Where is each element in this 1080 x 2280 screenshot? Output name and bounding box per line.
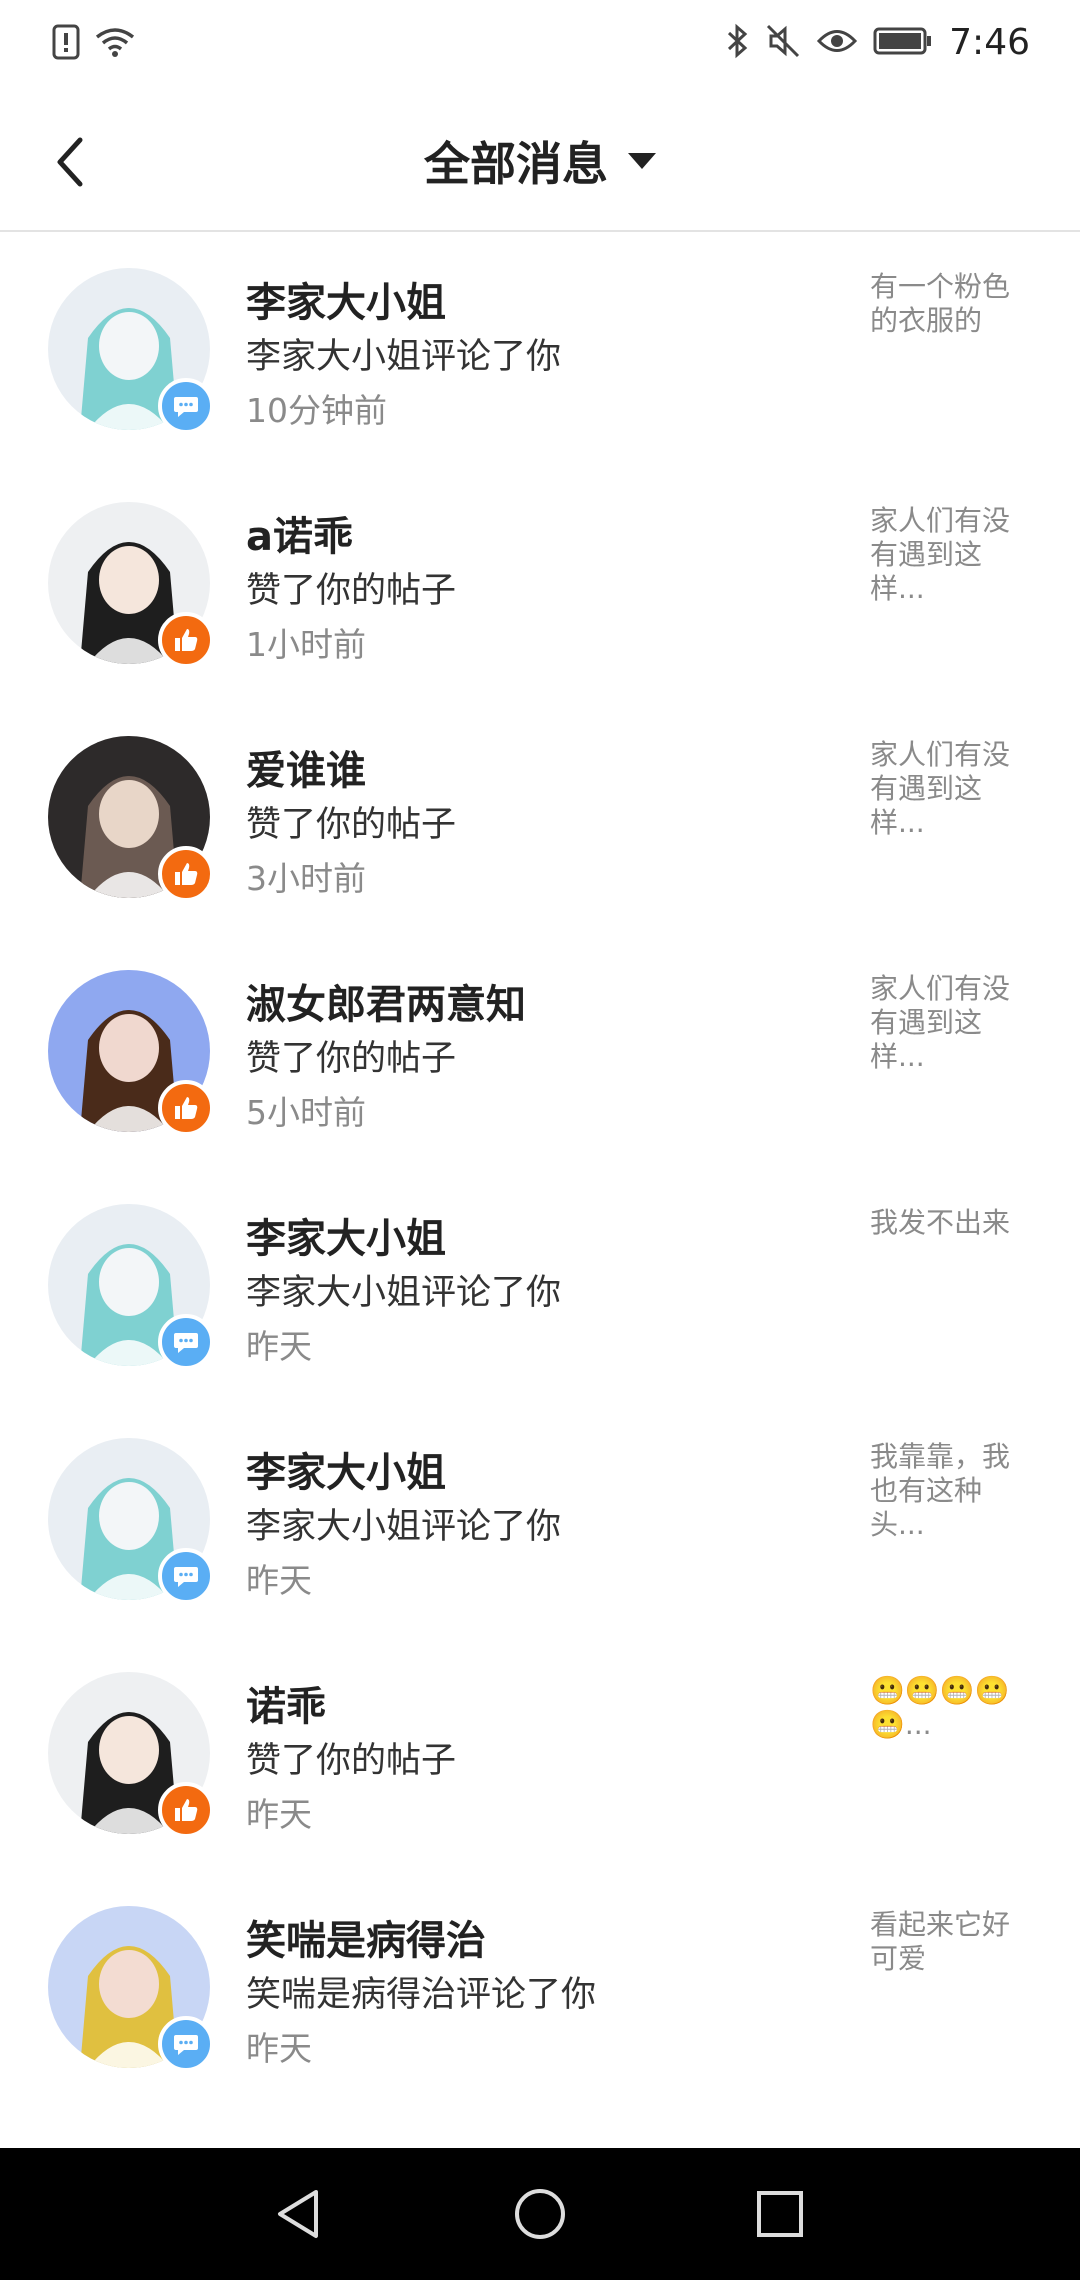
message-time: 昨天	[246, 2029, 312, 2068]
message-action: 赞了你的帖子	[246, 1741, 457, 1781]
message-action: 赞了你的帖子	[246, 805, 457, 845]
message-action: 赞了你的帖子	[246, 571, 457, 611]
like-badge	[158, 1080, 214, 1136]
post-preview[interactable]: 有一个粉色的衣服的	[870, 270, 1030, 338]
status-time: 7:46	[949, 22, 1030, 63]
sim-alert-icon	[52, 24, 80, 64]
message-time: 昨天	[246, 1327, 312, 1366]
thumbs-up-icon	[172, 1094, 200, 1122]
chat-bubble-icon	[172, 1562, 200, 1590]
sender-name[interactable]: 李家大小姐	[246, 270, 446, 328]
message-action: 李家大小姐评论了你	[246, 1507, 562, 1547]
message-action: 赞了你的帖子	[246, 1039, 457, 1079]
triangle-back-icon	[270, 2190, 330, 2248]
message-time: 昨天	[246, 1561, 312, 1600]
post-preview[interactable]: 家人们有没有遇到这样...	[870, 972, 1030, 1074]
message-time: 昨天	[246, 1795, 312, 1834]
nav-home-button[interactable]	[510, 2184, 570, 2244]
page-title: 全部消息	[424, 137, 608, 191]
message-time: 5小时前	[246, 1093, 366, 1132]
mute-icon	[765, 23, 801, 63]
chat-bubble-icon	[172, 2030, 200, 2058]
post-preview[interactable]: 我靠靠，我也有这种头...	[870, 1440, 1030, 1542]
sender-name[interactable]: 诺乖	[246, 1674, 326, 1732]
square-recents-icon	[750, 2191, 810, 2248]
message-item[interactable]: 诺乖赞了你的帖子 昨天 😬😬😬😬😬...	[0, 1636, 1080, 1870]
post-preview[interactable]: 看起来它好可爱	[870, 1908, 1030, 1976]
sender-name[interactable]: a诺乖	[246, 504, 353, 562]
eye-icon	[817, 26, 858, 60]
post-preview[interactable]: 家人们有没有遇到这样...	[870, 738, 1030, 840]
sender-name[interactable]: 笑喘是病得治	[246, 1908, 486, 1966]
thumbs-up-icon	[172, 1796, 200, 1824]
message-action: 笑喘是病得治评论了你	[246, 1975, 597, 2015]
chat-bubble-icon	[172, 1328, 200, 1356]
message-action: 李家大小姐评论了你	[246, 337, 562, 377]
title-dropdown[interactable]: 全部消息	[0, 128, 1080, 194]
battery-icon	[873, 26, 933, 60]
comment-badge	[158, 2016, 214, 2072]
status-bar: 7:46	[0, 0, 1080, 92]
thumbs-up-icon	[172, 626, 200, 654]
post-preview[interactable]: 家人们有没有遇到这样...	[870, 504, 1030, 606]
message-action: 李家大小姐评论了你	[246, 1273, 562, 1313]
header: 全部消息	[0, 92, 1080, 232]
like-badge	[158, 846, 214, 902]
like-badge	[158, 612, 214, 668]
system-nav-bar	[0, 2148, 1080, 2280]
comment-badge	[158, 378, 214, 434]
bluetooth-icon	[725, 23, 749, 63]
circle-home-icon	[510, 2189, 570, 2248]
wifi-icon	[94, 25, 136, 63]
comment-badge	[158, 1548, 214, 1604]
message-list[interactable]: 李家大小姐 李家大小姐评论了你 10分钟前 有一个粉色的衣服的 a诺乖 赞了你的帖子 1小时…	[0, 232, 1080, 2148]
sender-name[interactable]: 李家大小姐	[246, 1206, 446, 1264]
post-preview[interactable]: 我发不出来	[870, 1206, 1030, 1240]
comment-badge	[158, 1314, 214, 1370]
sender-name[interactable]: 李家大小姐	[246, 1440, 446, 1498]
sender-name[interactable]: 爱谁谁	[246, 738, 366, 796]
message-item[interactable]: 李家大小姐李家大小姐评论了你 10分钟前 有一个粉色的衣服的	[0, 232, 1080, 466]
message-item[interactable]: 李家大小姐李家大小姐评论了你 昨天 我发不出来	[0, 1168, 1080, 1402]
post-preview[interactable]: 😬😬😬😬😬...	[870, 1674, 1030, 1742]
message-item[interactable]: 李家大小姐李家大小姐评论了你 昨天 我靠靠，我也有这种头...	[0, 1402, 1080, 1636]
chat-bubble-icon	[172, 392, 200, 420]
caret-down-icon	[628, 153, 656, 169]
nav-back-button[interactable]	[270, 2184, 330, 2244]
message-item[interactable]: 爱谁谁赞了你的帖子 3小时前 家人们有没有遇到这样...	[0, 700, 1080, 934]
message-time: 1小时前	[246, 625, 366, 664]
like-badge	[158, 1782, 214, 1838]
sender-name[interactable]: 淑女郎君两意知	[246, 972, 526, 1030]
message-item[interactable]: a诺乖赞了你的帖子 1小时前 家人们有没有遇到这样...	[0, 466, 1080, 700]
nav-recents-button[interactable]	[750, 2184, 810, 2244]
thumbs-up-icon	[172, 860, 200, 888]
message-time: 3小时前	[246, 859, 366, 898]
message-item[interactable]: 淑女郎君两意知赞了你的帖子 5小时前 家人们有没有遇到这样...	[0, 934, 1080, 1168]
message-time: 10分钟前	[246, 391, 387, 430]
message-item[interactable]: 笑喘是病得治笑喘是病得治评论了你 昨天 看起来它好可爱	[0, 1870, 1080, 2104]
